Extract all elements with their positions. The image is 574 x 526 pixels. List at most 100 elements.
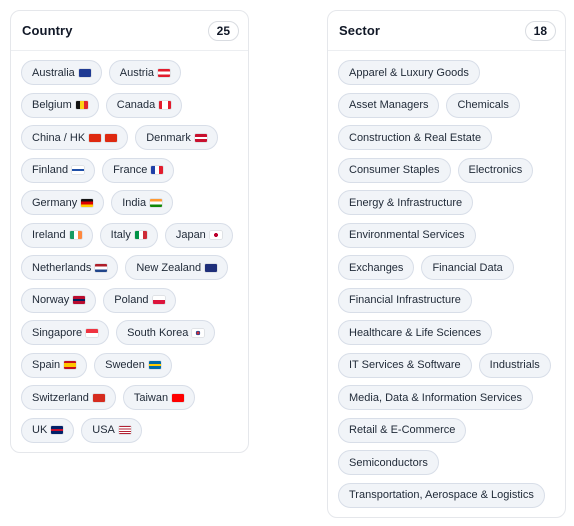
country-chip-label: New Zealand <box>136 261 202 274</box>
sector-chip-label: Semiconductors <box>349 456 428 469</box>
country-chip-label: China / HK <box>32 131 86 144</box>
country-chip[interactable]: Germany <box>21 190 105 215</box>
country-chip[interactable]: Ireland <box>21 222 93 248</box>
sector-chip-label: Asset Managers <box>349 99 429 111</box>
italy-flag-icon <box>134 231 147 239</box>
country-panel-header: Country 25 <box>11 11 248 51</box>
sector-chip-label: Environmental Services <box>349 229 465 241</box>
sector-chip-label: Electronics <box>468 164 523 176</box>
taiwan-flag-icon <box>172 393 185 402</box>
sector-chip[interactable]: Construction & Real Estate <box>338 125 493 150</box>
country-chip[interactable]: Japan <box>164 222 233 248</box>
country-chip[interactable]: New Zealand <box>125 255 229 280</box>
country-chip-label: Denmark <box>146 131 191 144</box>
sector-chip[interactable]: Exchanges <box>338 255 415 280</box>
sector-chip-label: IT Services & Software <box>349 359 461 371</box>
sector-chip[interactable]: Media, Data & Information Services <box>338 385 534 410</box>
usa-flag-icon <box>118 426 131 434</box>
sector-chip-label: Energy & Infrastructure <box>349 196 463 209</box>
country-chip[interactable]: Canada <box>105 92 183 118</box>
country-chip[interactable]: France <box>102 157 175 183</box>
country-chip[interactable]: Sweden <box>94 352 172 378</box>
canada-flag-icon <box>159 101 172 109</box>
country-chip[interactable]: Netherlands <box>21 255 119 280</box>
country-chip-label: Canada <box>116 99 156 111</box>
country-chip-label: Germany <box>32 196 78 209</box>
country-chip-label: Sweden <box>105 359 145 371</box>
china-hk-flag-icon <box>89 133 102 142</box>
sector-chip-label: Consumer Staples <box>349 164 440 176</box>
country-chip[interactable]: Belgium <box>21 92 99 118</box>
sector-chip-label: Apparel & Luxury Goods <box>349 66 469 79</box>
sector-chip[interactable]: Semiconductors <box>338 450 439 475</box>
japan-flag-icon <box>209 231 222 239</box>
sector-chip[interactable]: Energy & Infrastructure <box>338 190 474 215</box>
country-chip[interactable]: Italy <box>99 222 158 248</box>
country-chip[interactable]: Spain <box>21 352 88 378</box>
sweden-flag-icon <box>148 361 161 369</box>
country-chip[interactable]: USA <box>81 417 142 443</box>
sector-chip[interactable]: Chemicals <box>446 92 520 118</box>
country-chip[interactable]: Switzerland <box>21 385 116 410</box>
country-chip-label: France <box>113 164 148 176</box>
australia-flag-icon <box>78 68 91 77</box>
country-chip-label: Ireland <box>32 229 66 241</box>
country-chip-label: India <box>122 196 147 209</box>
country-chip[interactable]: Poland <box>103 287 176 313</box>
sector-chip[interactable]: Financial Data <box>421 255 514 280</box>
country-chip-label: Australia <box>32 66 75 79</box>
sector-chip-list: Apparel & Luxury Goods Asset Managers Chem… <box>328 51 565 508</box>
sector-chip[interactable]: IT Services & Software <box>338 352 472 378</box>
country-chip[interactable]: India <box>111 190 174 215</box>
country-chip-label: Belgium <box>32 99 72 111</box>
sector-chip[interactable]: Financial Infrastructure <box>338 287 472 313</box>
sector-chip[interactable]: Industrials <box>478 352 551 378</box>
country-chip[interactable]: Taiwan <box>122 385 196 410</box>
country-chip[interactable]: Norway <box>21 287 97 313</box>
finland-flag-icon <box>72 166 85 174</box>
country-chip-label: Italy <box>110 229 131 241</box>
ireland-flag-icon <box>69 231 82 239</box>
country-chip[interactable]: UK <box>21 417 75 443</box>
switzerland-flag-icon <box>92 393 105 402</box>
country-chip-label: Japan <box>175 229 206 241</box>
sector-chip[interactable]: Transportation, Aerospace & Logistics <box>338 482 545 508</box>
country-chip[interactable]: Austria <box>108 60 182 85</box>
new-zealand-flag-icon <box>205 263 218 272</box>
sector-count-badge: 18 <box>524 20 556 41</box>
sector-chip[interactable]: Apparel & Luxury Goods <box>338 60 480 85</box>
sector-filter-panel: Sector 18 Apparel & Luxury Goods Asset Ma… <box>327 10 566 518</box>
netherlands-flag-icon <box>95 263 108 272</box>
country-chip[interactable]: Finland <box>21 157 96 183</box>
sector-chip[interactable]: Electronics <box>457 157 534 183</box>
sector-panel-header: Sector 18 <box>328 11 565 51</box>
country-chip-label: Poland <box>114 294 149 306</box>
sector-chip[interactable]: Asset Managers <box>338 92 440 118</box>
sector-chip[interactable]: Retail & E-Commerce <box>338 417 467 443</box>
country-chip-label: Taiwan <box>133 391 169 404</box>
country-chip[interactable]: China / HK <box>21 125 129 150</box>
country-chip-label: Switzerland <box>32 391 89 404</box>
country-filter-panel: Country 25 Australia Austria Belgium Canada… <box>10 10 249 453</box>
country-chip[interactable]: South Korea <box>116 320 216 345</box>
india-flag-icon <box>150 198 163 207</box>
sector-chip[interactable]: Consumer Staples <box>338 157 451 183</box>
sector-chip[interactable]: Environmental Services <box>338 222 476 248</box>
hong-kong-flag-icon <box>105 133 118 142</box>
sector-chip-label: Construction & Real Estate <box>349 131 482 144</box>
sector-chip-label: Media, Data & Information Services <box>349 391 523 404</box>
south-korea-flag-icon <box>192 328 205 337</box>
sector-chip-label: Transportation, Aerospace & Logistics <box>349 489 534 501</box>
country-chip-label: Austria <box>119 66 155 79</box>
sector-chip-label: Chemicals <box>457 99 509 111</box>
country-chip-label: Spain <box>32 359 61 371</box>
sector-chip-label: Industrials <box>489 359 540 371</box>
austria-flag-icon <box>158 68 171 77</box>
country-chip-label: Norway <box>32 294 70 306</box>
country-chip[interactable]: Denmark <box>135 125 218 150</box>
country-chip-label: Finland <box>32 164 69 176</box>
country-chip-label: Singapore <box>32 326 83 339</box>
country-chip[interactable]: Australia <box>21 60 102 85</box>
country-chip[interactable]: Singapore <box>21 320 110 345</box>
sector-chip[interactable]: Healthcare & Life Sciences <box>338 320 493 345</box>
